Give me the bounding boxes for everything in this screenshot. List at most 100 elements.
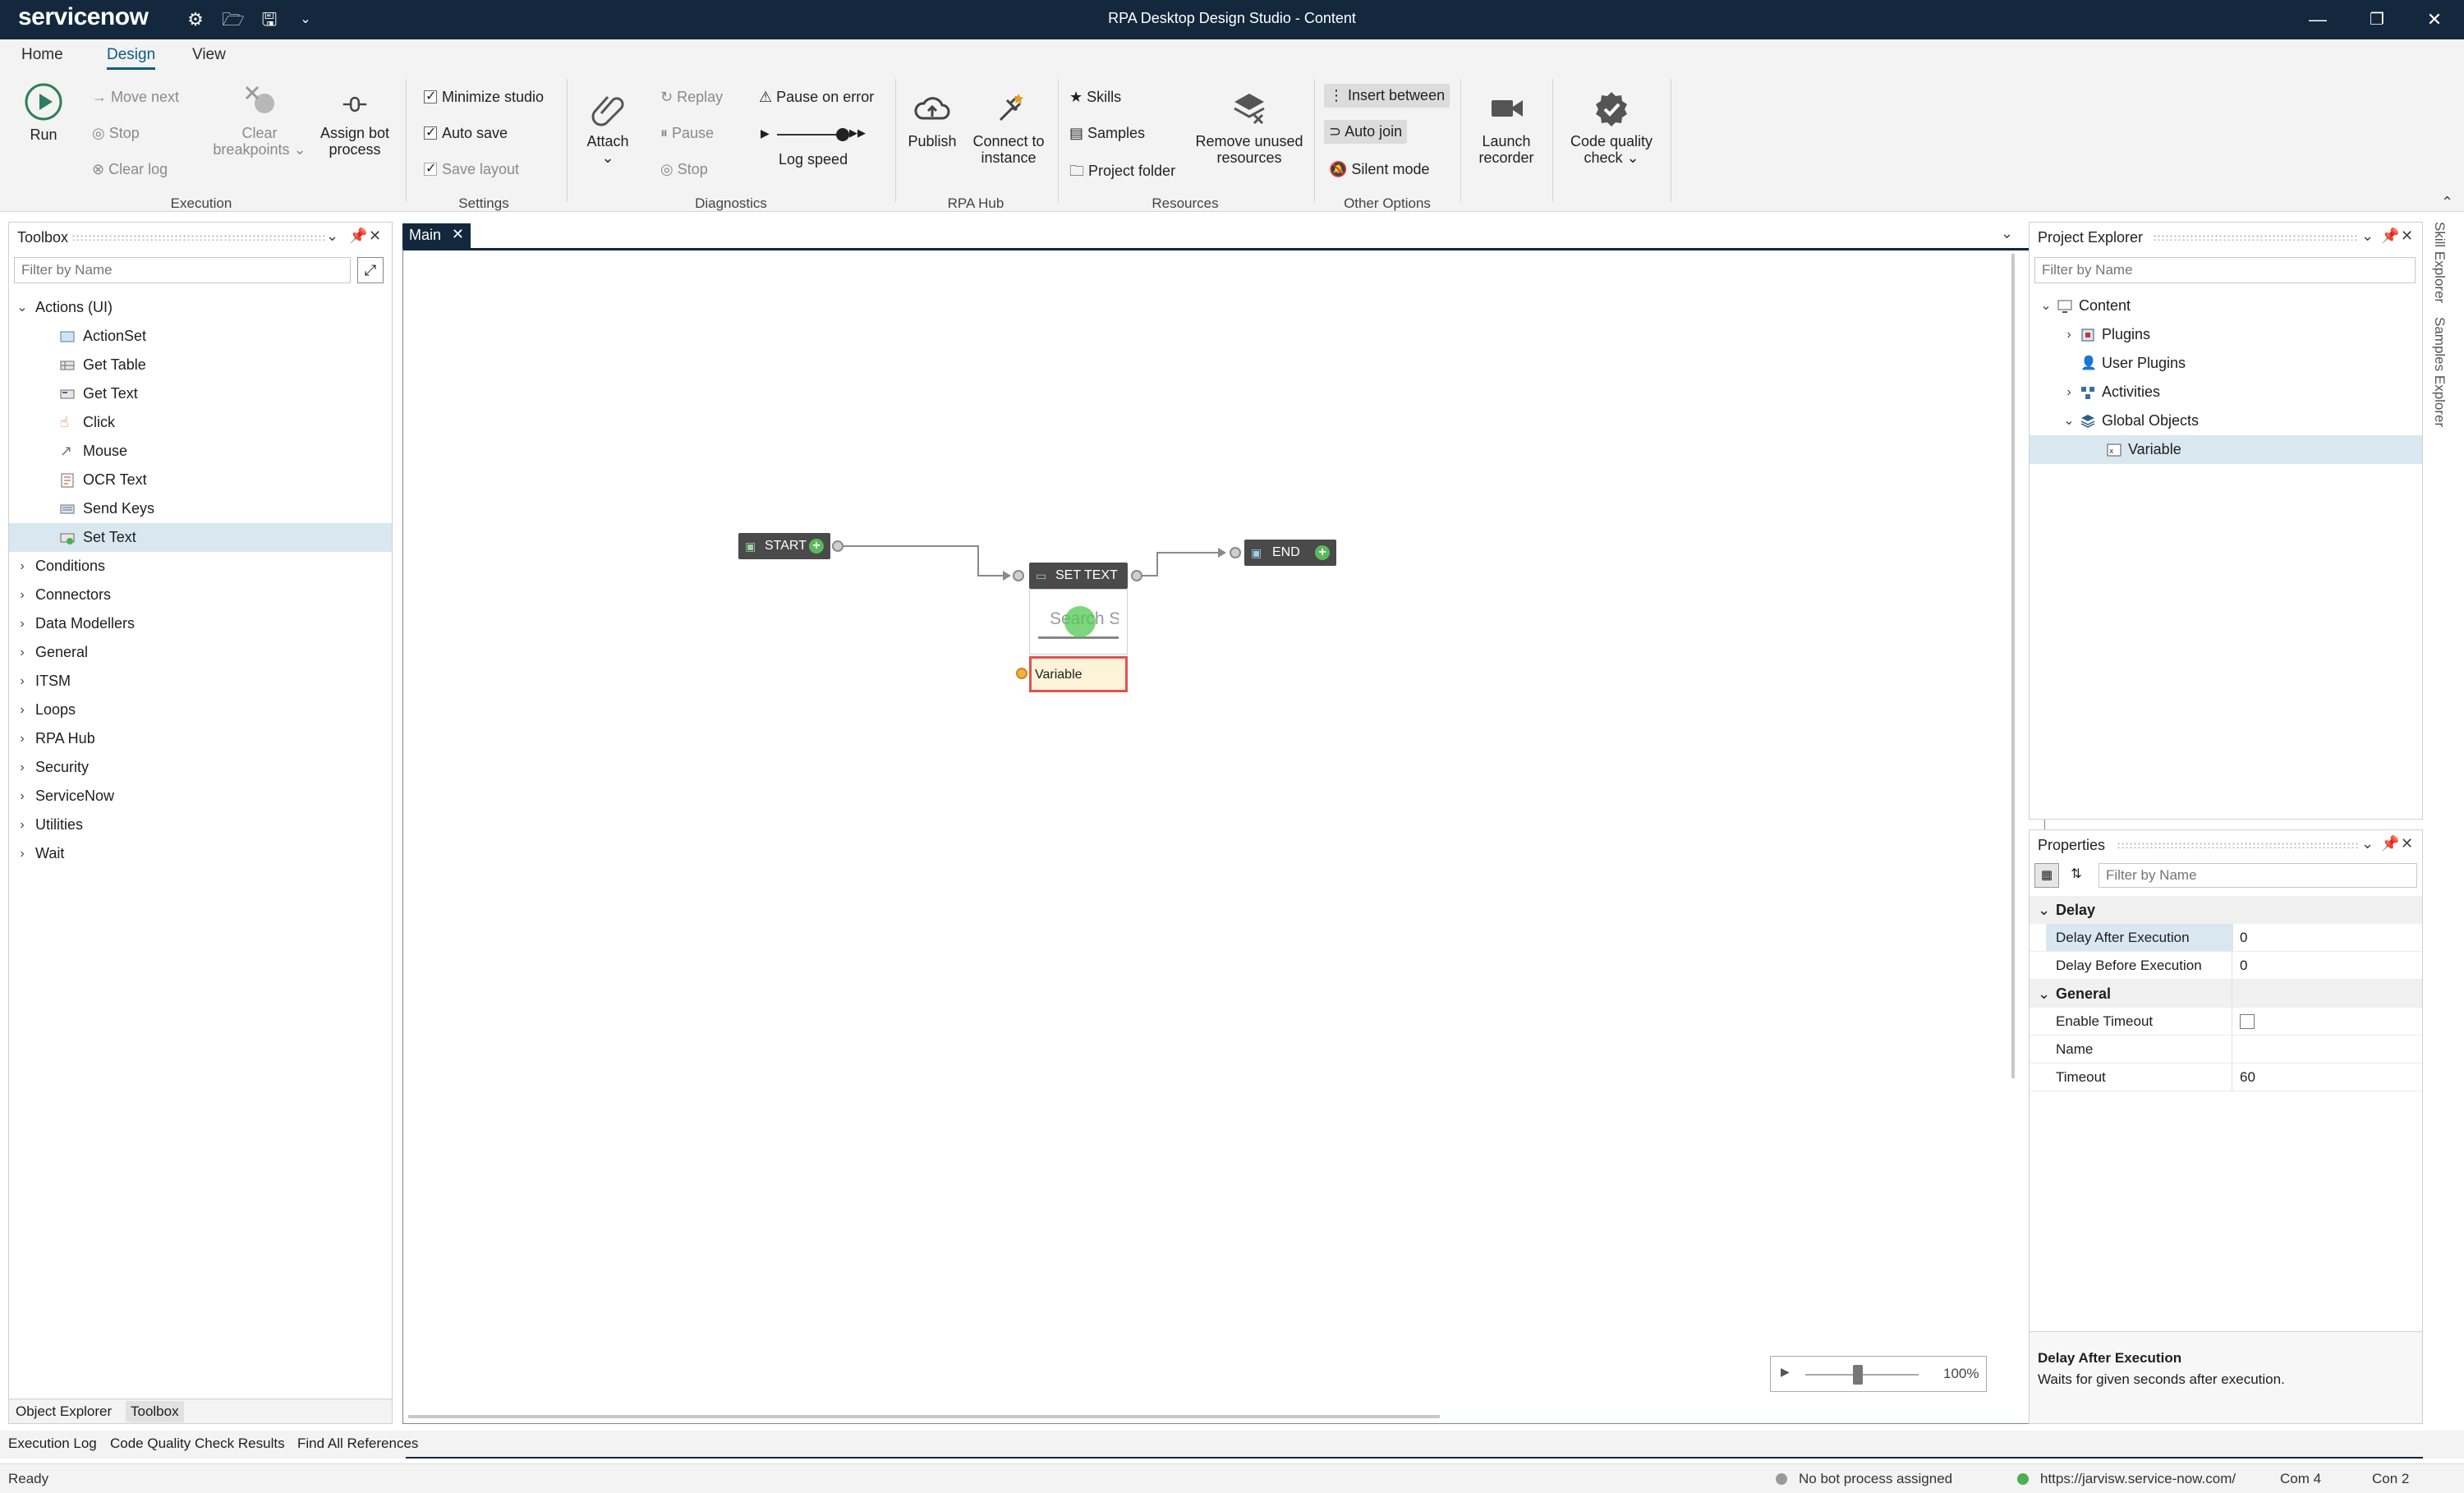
toolbox-group-utilities[interactable]: › Utilities bbox=[9, 811, 392, 839]
minimize-studio-checkbox[interactable]: Minimize studio bbox=[424, 88, 544, 106]
move-next-button[interactable]: → Move next bbox=[92, 89, 179, 106]
set-text-node-header[interactable]: ▭ SET TEXT bbox=[1029, 563, 1128, 589]
close-icon[interactable]: ✕ bbox=[2401, 227, 2413, 245]
slider-thumb[interactable] bbox=[836, 128, 849, 141]
tree-item-global-objects[interactable]: ⌄ Global Objects bbox=[2030, 407, 2422, 435]
replay-button[interactable]: ↻ Replay bbox=[660, 89, 723, 106]
play-icon[interactable]: ▶ bbox=[1781, 1365, 1790, 1379]
pin-icon[interactable]: 📌 bbox=[349, 227, 367, 245]
toolbox-item-set-text[interactable]: Set Text bbox=[9, 523, 392, 552]
tab-find-all-references[interactable]: Find All References bbox=[297, 1436, 418, 1452]
close-icon[interactable]: ✕ bbox=[369, 227, 381, 245]
close-window-button[interactable]: ✕ bbox=[2418, 5, 2451, 34]
minimize-button[interactable]: — bbox=[2301, 5, 2334, 34]
save-layout-checkbox[interactable]: Save layout bbox=[424, 160, 519, 178]
tree-item-variable[interactable]: x Variable bbox=[2030, 435, 2422, 464]
categorized-view-icon[interactable]: ▦ bbox=[2034, 863, 2059, 888]
output-port[interactable] bbox=[832, 540, 844, 552]
toolbox-group-conditions[interactable]: › Conditions bbox=[9, 552, 392, 581]
chevron-right-icon[interactable]: › bbox=[16, 696, 29, 724]
toolbox-group-general[interactable]: › General bbox=[9, 638, 392, 667]
expand-icon[interactable]: ⤢ bbox=[357, 257, 384, 283]
insert-between-toggle[interactable]: ⋮ Insert between bbox=[1324, 84, 1450, 108]
variable-parameter[interactable]: Variable bbox=[1029, 656, 1128, 692]
property-row-delay-after[interactable]: Delay After Execution 0 bbox=[2030, 924, 2422, 952]
chevron-right-icon[interactable]: › bbox=[16, 811, 29, 839]
add-step-icon[interactable]: + bbox=[809, 539, 824, 554]
skills-button[interactable]: ★ Skills bbox=[1069, 89, 1121, 106]
launch-recorder-button[interactable]: Launch recorder bbox=[1467, 89, 1546, 166]
chevron-right-icon[interactable]: › bbox=[16, 552, 29, 581]
tree-item-plugins[interactable]: › Plugins bbox=[2030, 320, 2422, 349]
input-port[interactable] bbox=[1013, 570, 1024, 581]
chevron-down-icon[interactable]: ⌄ bbox=[2062, 407, 2076, 435]
pause-on-error-button[interactable]: ⚠ Pause on error bbox=[759, 89, 874, 106]
stop-execution-button[interactable]: ◎ Stop bbox=[92, 125, 140, 142]
restore-button[interactable]: ❐ bbox=[2361, 5, 2393, 34]
enable-timeout-checkbox[interactable] bbox=[2240, 1014, 2255, 1029]
chevron-down-icon[interactable]: ⌄ bbox=[16, 293, 29, 322]
chevron-right-icon[interactable]: › bbox=[2062, 378, 2076, 407]
chevron-right-icon[interactable]: › bbox=[16, 638, 29, 667]
publish-button[interactable]: Publish bbox=[903, 89, 961, 149]
clear-log-button[interactable]: ⊗ Clear log bbox=[92, 161, 168, 178]
toolbox-item-get-text[interactable]: Get Text bbox=[9, 379, 392, 408]
output-port[interactable] bbox=[1131, 570, 1142, 581]
drag-grip[interactable] bbox=[2117, 842, 2358, 848]
tab-code-quality-results[interactable]: Code Quality Check Results bbox=[110, 1436, 285, 1452]
tab-view[interactable]: View bbox=[192, 46, 226, 64]
tree-item-user-plugins[interactable]: 👤 User Plugins bbox=[2030, 349, 2422, 378]
property-value[interactable]: 60 bbox=[2240, 1063, 2255, 1091]
chevron-right-icon[interactable]: › bbox=[16, 581, 29, 609]
chevron-right-icon[interactable]: › bbox=[16, 609, 29, 638]
workflow-canvas[interactable]: ▣ START + ▭ SET TEXT Search S Variable ▣… bbox=[402, 248, 2045, 1424]
chevron-right-icon[interactable]: › bbox=[2062, 320, 2076, 349]
chevron-down-icon[interactable]: ⌄ bbox=[2361, 227, 2374, 245]
property-row-name[interactable]: Name bbox=[2030, 1036, 2422, 1063]
property-category-general[interactable]: ⌄ General bbox=[2030, 980, 2422, 1008]
auto-join-toggle[interactable]: ⊃ Auto join bbox=[1324, 120, 1408, 144]
tab-main[interactable]: Main ✕ bbox=[402, 223, 471, 248]
tab-object-explorer[interactable]: Object Explorer bbox=[16, 1403, 112, 1420]
close-icon[interactable]: ✕ bbox=[2401, 835, 2413, 852]
project-filter-input[interactable] bbox=[2034, 257, 2416, 283]
property-value[interactable]: 0 bbox=[2240, 924, 2247, 951]
chevron-down-icon[interactable]: ⌄ bbox=[2038, 980, 2050, 1008]
tree-item-activities[interactable]: › Activities bbox=[2030, 378, 2422, 407]
input-port[interactable] bbox=[1230, 547, 1241, 558]
log-speed-slider[interactable]: ▶ ▶▶ bbox=[761, 125, 866, 145]
horizontal-scrollbar[interactable] bbox=[408, 1415, 1440, 1418]
vertical-scrollbar[interactable] bbox=[2011, 254, 2015, 1078]
pause-button[interactable]: ⏸ Pause bbox=[660, 125, 714, 142]
add-step-icon[interactable]: + bbox=[1315, 545, 1330, 560]
sort-alphabetical-icon[interactable]: ⇅ bbox=[2064, 863, 2089, 888]
tab-design[interactable]: Design bbox=[107, 46, 156, 70]
assign-bot-process-button[interactable]: Assign bot process bbox=[315, 89, 394, 158]
auto-save-checkbox[interactable]: Auto save bbox=[424, 124, 508, 142]
code-quality-check-button[interactable]: Code quality check ⌄ bbox=[1561, 89, 1662, 166]
chevron-right-icon[interactable]: › bbox=[16, 839, 29, 868]
remove-unused-resources-button[interactable]: Remove unused resources bbox=[1191, 89, 1308, 166]
toolbox-item-mouse[interactable]: ↗ Mouse bbox=[9, 437, 392, 466]
drag-grip[interactable] bbox=[2153, 234, 2358, 241]
toolbox-group-wait[interactable]: › Wait bbox=[9, 839, 392, 868]
property-row-enable-timeout[interactable]: Enable Timeout bbox=[2030, 1008, 2422, 1036]
samples-button[interactable]: ▤ Samples bbox=[1069, 125, 1145, 142]
project-folder-button[interactable]: 🗀 Project folder bbox=[1069, 161, 1175, 186]
chevron-right-icon[interactable]: › bbox=[16, 782, 29, 811]
property-value[interactable]: 0 bbox=[2240, 952, 2247, 979]
property-row-delay-before[interactable]: Delay Before Execution 0 bbox=[2030, 952, 2422, 980]
attach-button[interactable]: Attach ⌄ bbox=[575, 89, 641, 166]
close-icon[interactable]: ✕ bbox=[452, 226, 464, 243]
silent-mode-toggle[interactable]: 🔕 Silent mode bbox=[1329, 161, 1429, 178]
chevron-right-icon[interactable]: › bbox=[16, 667, 29, 696]
drag-grip[interactable] bbox=[71, 234, 326, 241]
chevron-right-icon[interactable]: › bbox=[16, 724, 29, 753]
collapse-ribbon-icon[interactable]: ⌃ bbox=[2441, 194, 2453, 211]
toolbox-filter-input[interactable] bbox=[14, 257, 351, 283]
toolbox-item-ocr-text[interactable]: OCR Text bbox=[9, 466, 392, 494]
toolbox-group-actions-ui[interactable]: ⌄ Actions (UI) bbox=[9, 293, 392, 322]
pin-icon[interactable]: 📌 bbox=[2381, 227, 2399, 245]
toolbox-item-click[interactable]: ☝ Click bbox=[9, 408, 392, 437]
property-category-delay[interactable]: ⌄ Delay bbox=[2030, 896, 2422, 924]
